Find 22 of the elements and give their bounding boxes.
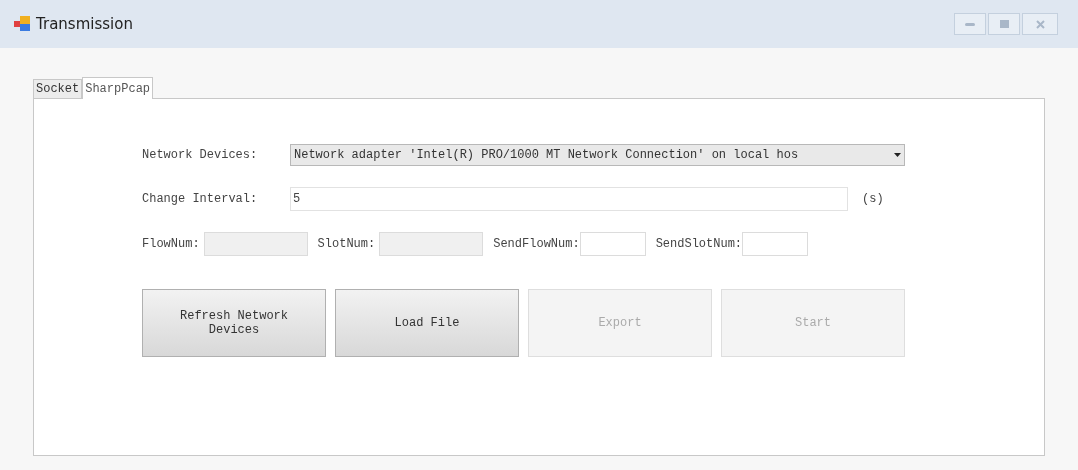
window-title: Transmission	[36, 13, 133, 35]
interval-field[interactable]: 5	[290, 187, 848, 211]
tab[interactable]: SharpPcap	[82, 77, 154, 99]
field-label: Change Interval:	[142, 191, 259, 208]
field-label: Network Devices:	[142, 147, 259, 164]
field-label: FlowNum:	[142, 236, 200, 253]
number-field[interactable]	[579, 232, 646, 256]
field-label: SendFlowNum:	[493, 236, 580, 253]
minimize-button[interactable]	[954, 13, 986, 35]
unit-label: (s)	[862, 191, 884, 208]
device-dropdown[interactable]: Network adapter 'Intel(R) PRO/1000 MT Network Connection' on local hos	[290, 144, 905, 166]
number-field[interactable]	[742, 232, 809, 256]
field-label: SendSlotNum:	[655, 236, 743, 253]
dropdown-arrow-icon	[894, 153, 901, 157]
close-icon	[1035, 19, 1045, 29]
app-icon	[14, 16, 32, 32]
tab[interactable]: Socket	[33, 79, 83, 98]
action-button[interactable]: Refresh Network Devices	[142, 289, 326, 357]
action-button[interactable]: Load File	[335, 289, 519, 357]
close-button[interactable]	[1022, 13, 1058, 35]
maximize-button[interactable]	[988, 13, 1020, 35]
field-label: SlotNum:	[317, 236, 376, 253]
